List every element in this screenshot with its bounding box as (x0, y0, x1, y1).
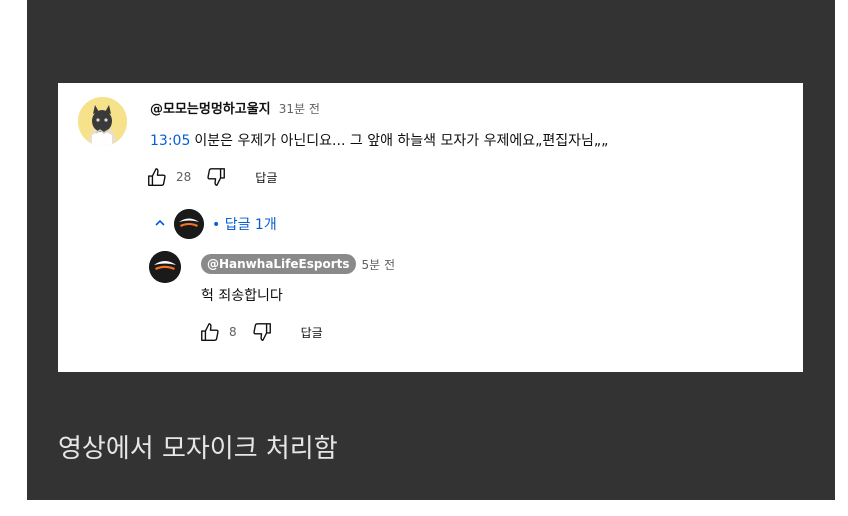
thumbs-down-icon[interactable] (251, 321, 273, 343)
reply-reply-button[interactable]: 답글 (301, 324, 323, 341)
replies-toggle[interactable]: • 답글 1개 (154, 209, 277, 239)
like-count: 28 (176, 170, 192, 184)
reply-time[interactable]: 5분 전 (362, 256, 396, 273)
reply-button[interactable]: 답글 (255, 169, 277, 186)
thumbs-up-icon[interactable] (199, 321, 221, 343)
cat-avatar-icon[interactable] (78, 97, 127, 146)
comment-author[interactable]: @모모는멍멍하고울지 (150, 102, 271, 117)
hle-logo-icon (174, 209, 204, 239)
comment-header: @모모는멍멍하고울지 31분 전 (150, 98, 320, 117)
chevron-up-icon (154, 217, 166, 232)
reply-like-count: 8 (229, 325, 237, 339)
timestamp-link[interactable]: 13:05 (150, 133, 190, 149)
comment-text: 이분은 우제가 아닌디요... 그 앞애 하늘색 모자가 우제에요„편집자님„„ (194, 133, 609, 149)
caption: 영상에서 모자이크 처리함 (58, 434, 338, 464)
reply-actions: 8 답글 (199, 321, 323, 343)
hle-logo-icon[interactable] (149, 251, 181, 283)
thumbs-down-icon[interactable] (205, 166, 227, 188)
comment-time[interactable]: 31분 전 (279, 102, 320, 116)
reply-body: 헉 죄송합니다 (201, 288, 283, 304)
comment-card: @모모는멍멍하고울지 31분 전 13:05 이분은 우제가 아닌디요... 그 … (58, 83, 803, 372)
replies-count: • 답글 1개 (212, 217, 277, 233)
comment-body: 13:05 이분은 우제가 아닌디요... 그 앞애 하늘색 모자가 우제에요„편… (150, 130, 608, 150)
comment-actions: 28 답글 (146, 166, 277, 188)
reply-author-badge[interactable]: @HanwhaLifeEsports (201, 254, 356, 274)
thumbs-up-icon[interactable] (146, 166, 168, 188)
reply-header: @HanwhaLifeEsports 5분 전 (201, 254, 395, 274)
